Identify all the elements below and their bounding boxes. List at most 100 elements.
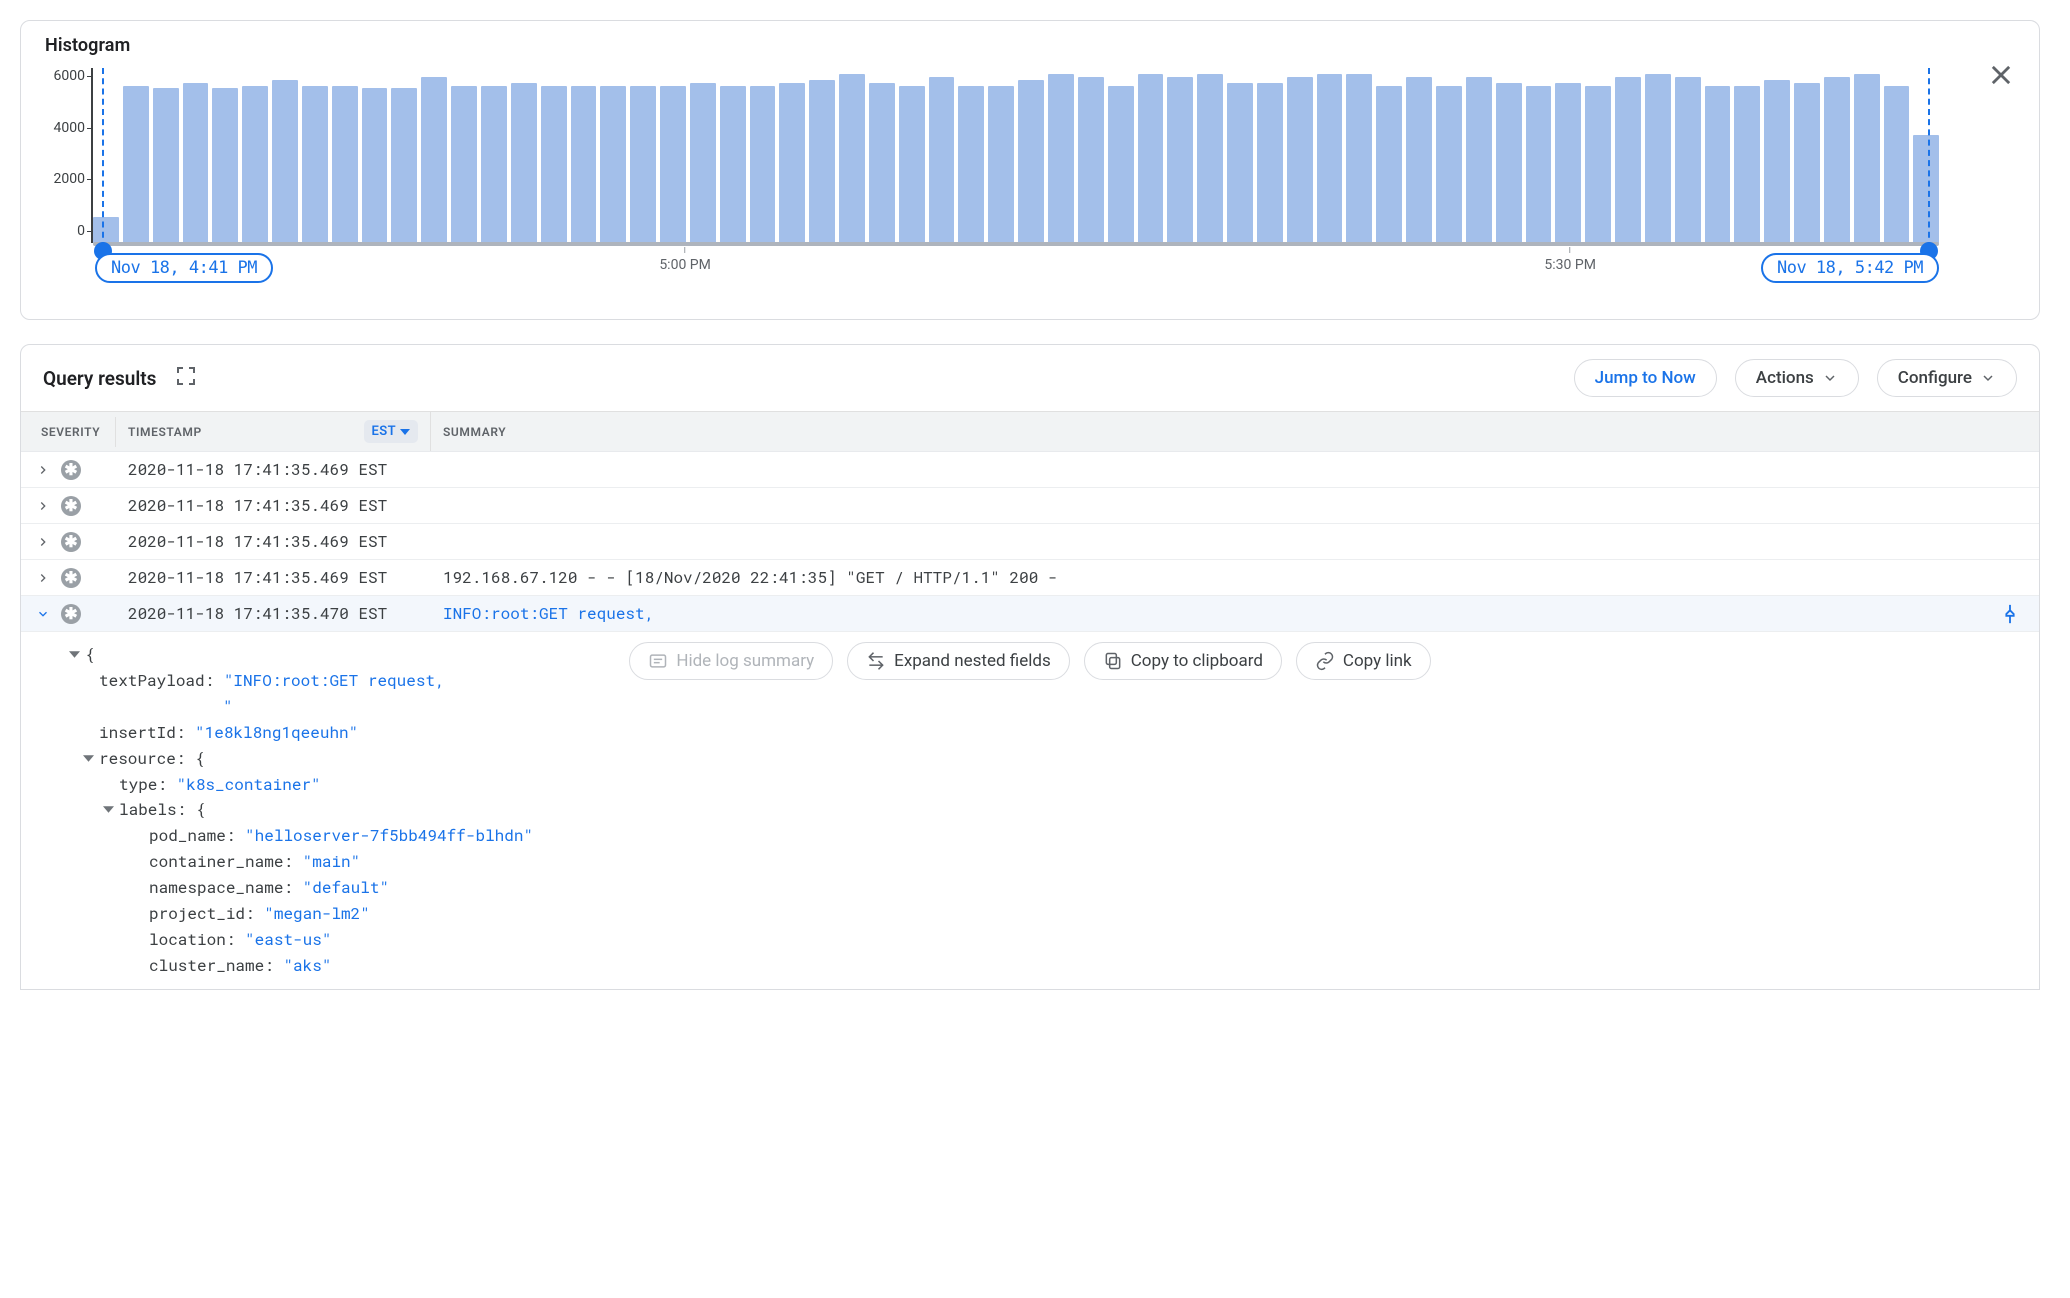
histogram-bar[interactable] xyxy=(1854,74,1880,243)
actions-button[interactable]: Actions xyxy=(1735,359,1859,397)
log-row-severity: ✱ xyxy=(21,526,116,558)
timezone-selector[interactable]: EST xyxy=(364,420,418,443)
histogram-bar[interactable] xyxy=(1705,86,1731,244)
histogram-bar[interactable] xyxy=(1227,83,1253,243)
histogram-bar[interactable] xyxy=(1257,83,1283,243)
histogram-bar[interactable] xyxy=(1555,83,1581,243)
histogram-bar[interactable] xyxy=(929,77,955,243)
severity-default-icon: ✱ xyxy=(61,460,81,480)
copy-link-button[interactable]: Copy link xyxy=(1296,642,1431,680)
histogram-bar[interactable] xyxy=(1615,77,1641,243)
chevron-down-icon[interactable] xyxy=(35,606,51,622)
histogram-bar[interactable] xyxy=(272,80,298,243)
log-row[interactable]: ✱2020-11-18 17:41:35.469 EST xyxy=(21,524,2039,560)
histogram-bar[interactable] xyxy=(1884,86,1910,244)
log-row[interactable]: ✱2020-11-18 17:41:35.469 EST xyxy=(21,452,2039,488)
histogram-bar[interactable] xyxy=(1406,77,1432,243)
histogram-bar[interactable] xyxy=(1734,86,1760,244)
histogram-bar[interactable] xyxy=(1048,74,1074,243)
histogram-bars[interactable] xyxy=(93,68,1939,243)
jump-to-now-button[interactable]: Jump to Now xyxy=(1574,359,1717,397)
histogram-bar[interactable] xyxy=(1913,135,1939,243)
log-row[interactable]: ✱2020-11-18 17:41:35.469 EST192.168.67.1… xyxy=(21,560,2039,596)
histogram-bar[interactable] xyxy=(391,88,417,243)
histogram-bar[interactable] xyxy=(839,74,865,243)
histogram-bar[interactable] xyxy=(1346,74,1372,243)
histogram-bar[interactable] xyxy=(1078,77,1104,243)
histogram-bar[interactable] xyxy=(332,86,358,244)
y-axis-tick: 4000 xyxy=(41,120,85,136)
histogram-end-pill[interactable]: Nov 18, 5:42 PM xyxy=(1761,253,1939,283)
histogram-bar[interactable] xyxy=(571,86,597,244)
log-row[interactable]: ✱2020-11-18 17:41:35.470 ESTINFO:root:GE… xyxy=(21,596,2039,632)
histogram-bar[interactable] xyxy=(153,88,179,243)
histogram-bar[interactable] xyxy=(1585,86,1611,244)
histogram-bar[interactable] xyxy=(1287,77,1313,243)
histogram-bar[interactable] xyxy=(720,86,746,244)
histogram-slider-track[interactable] xyxy=(93,242,1939,246)
histogram-bar[interactable] xyxy=(1376,86,1402,244)
histogram-bar[interactable] xyxy=(1197,74,1223,243)
histogram-bar[interactable] xyxy=(1824,77,1850,243)
histogram-bar[interactable] xyxy=(899,86,925,244)
histogram-bar[interactable] xyxy=(779,83,805,243)
caret-down-icon[interactable] xyxy=(83,746,97,772)
histogram-bar[interactable] xyxy=(1167,77,1193,243)
log-entry-detail: Hide log summary Expand nested fields Co… xyxy=(21,632,2039,989)
histogram-bar[interactable] xyxy=(630,86,656,244)
histogram-bar[interactable] xyxy=(362,88,388,243)
histogram-bar[interactable] xyxy=(869,83,895,243)
copy-to-clipboard-button[interactable]: Copy to clipboard xyxy=(1084,642,1282,680)
histogram-bar[interactable] xyxy=(1466,77,1492,243)
log-row-summary xyxy=(431,464,2039,476)
log-row[interactable]: ✱2020-11-18 17:41:35.469 EST xyxy=(21,488,2039,524)
histogram-bar[interactable] xyxy=(1018,80,1044,243)
histogram-bar[interactable] xyxy=(242,86,268,244)
histogram-bar[interactable] xyxy=(1108,86,1134,244)
histogram-bar[interactable] xyxy=(750,86,776,244)
severity-default-icon: ✱ xyxy=(61,496,81,516)
histogram-bar[interactable] xyxy=(1496,83,1522,243)
histogram-bar[interactable] xyxy=(302,86,328,244)
log-row-summary xyxy=(431,536,2039,548)
histogram-bar[interactable] xyxy=(1764,80,1790,243)
histogram-bar[interactable] xyxy=(690,83,716,243)
json-line: namespace_name: "default" xyxy=(51,875,2029,901)
histogram-bar[interactable] xyxy=(541,86,567,244)
histogram-bar[interactable] xyxy=(958,86,984,244)
histogram-bar[interactable] xyxy=(600,86,626,244)
close-icon[interactable] xyxy=(1987,61,2015,89)
histogram-bar[interactable] xyxy=(988,86,1014,244)
histogram-bar[interactable] xyxy=(1436,86,1462,244)
histogram-bar[interactable] xyxy=(93,217,119,243)
histogram-bar[interactable] xyxy=(212,88,238,243)
chevron-right-icon[interactable] xyxy=(35,534,51,550)
json-line: type: "k8s_container" xyxy=(51,772,2029,798)
histogram-bar[interactable] xyxy=(1317,74,1343,243)
histogram-bar[interactable] xyxy=(660,86,686,244)
histogram-bar[interactable] xyxy=(481,86,507,244)
chevron-right-icon[interactable] xyxy=(35,570,51,586)
histogram-start-pill[interactable]: Nov 18, 4:41 PM xyxy=(95,253,273,283)
expand-nested-fields-button[interactable]: Expand nested fields xyxy=(847,642,1070,680)
histogram-bar[interactable] xyxy=(183,83,209,243)
histogram-bar[interactable] xyxy=(123,86,149,244)
histogram-bar[interactable] xyxy=(1138,74,1164,243)
configure-button[interactable]: Configure xyxy=(1877,359,2017,397)
histogram-bar[interactable] xyxy=(1794,83,1820,243)
pin-icon[interactable] xyxy=(1999,603,2021,625)
chevron-right-icon[interactable] xyxy=(35,462,51,478)
query-results-title: Query results xyxy=(43,367,156,390)
histogram-bar[interactable] xyxy=(1526,86,1552,244)
caret-down-icon[interactable] xyxy=(103,797,117,823)
histogram-bar[interactable] xyxy=(1645,74,1671,243)
hide-log-summary-button[interactable]: Hide log summary xyxy=(629,642,833,680)
chevron-right-icon[interactable] xyxy=(35,498,51,514)
fullscreen-icon[interactable] xyxy=(174,364,198,392)
y-axis-tick: 0 xyxy=(41,223,85,239)
histogram-bar[interactable] xyxy=(511,83,537,243)
histogram-bar[interactable] xyxy=(1675,77,1701,243)
histogram-bar[interactable] xyxy=(451,86,477,244)
histogram-bar[interactable] xyxy=(421,77,447,243)
histogram-bar[interactable] xyxy=(809,80,835,243)
